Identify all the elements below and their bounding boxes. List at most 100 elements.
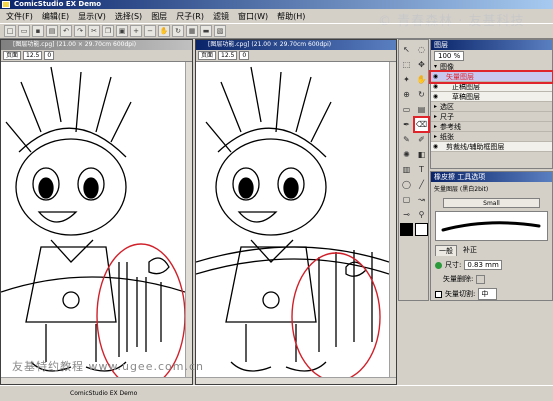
horizontal-scrollbar-right[interactable] <box>196 377 396 384</box>
zoom-field-right[interactable]: 12.5 <box>218 51 238 60</box>
vector-erase-row: 矢量删除: <box>431 272 552 286</box>
brush-preset[interactable]: Small <box>443 198 540 208</box>
horizontal-scrollbar-left[interactable] <box>1 377 192 384</box>
page-tab-left[interactable]: 页面 <box>3 51 22 60</box>
marker-icon[interactable]: ✐ <box>415 133 428 146</box>
menu-select[interactable]: 选择(S) <box>115 11 142 22</box>
lasso-icon[interactable]: ◌ <box>415 43 428 56</box>
open-icon[interactable]: ▭ <box>18 25 30 37</box>
tool-options-panel: 橡皮擦 工具选项 矢量图层 (黑白2bit) Small 一般 补正 尺寸: 0… <box>430 171 553 301</box>
layer-icon[interactable]: ▧ <box>214 25 226 37</box>
layer-row-sketch[interactable]: ◉ 草稿图层 <box>431 92 552 102</box>
marquee-icon[interactable]: ⬚ <box>400 58 413 71</box>
eye-icon[interactable]: ◉ <box>431 143 440 150</box>
copy-icon[interactable]: ❐ <box>102 25 114 37</box>
tool-options-subtitle: 矢量图层 (黑白2bit) <box>434 186 489 193</box>
vertical-scrollbar-right[interactable] <box>389 62 396 377</box>
frame-icon[interactable]: ▢ <box>400 193 413 206</box>
background-color-icon[interactable] <box>415 223 428 236</box>
menu-window[interactable]: 窗口(W) <box>238 11 268 22</box>
tab-correction[interactable]: 补正 <box>463 245 477 256</box>
layer-folder-selection[interactable]: ▸ 选区 <box>431 102 552 112</box>
redo-icon[interactable]: ↷ <box>74 25 86 37</box>
layer-folder-guide[interactable]: ▸ 参考线 <box>431 122 552 132</box>
menu-filter[interactable]: 滤镜 <box>213 11 229 22</box>
vector-cut-row: 矢量切割: 中 <box>431 286 552 302</box>
layer-opacity-bar: 100 % <box>431 50 552 62</box>
layer-opacity-field[interactable]: 100 % <box>434 51 465 61</box>
vector-line-icon[interactable]: ↝ <box>415 193 428 206</box>
layer-folder-image[interactable]: ▾ 图像 <box>431 62 552 72</box>
ruler-tool-icon[interactable]: ▭ <box>400 103 413 116</box>
eye-icon[interactable]: ◉ <box>431 73 440 80</box>
document-toolbar-left: 页面 12.5 0 <box>1 50 192 62</box>
menu-help[interactable]: 帮助(H) <box>277 11 305 22</box>
angle-field-right[interactable]: 0 <box>239 51 250 60</box>
foreground-color-icon[interactable] <box>400 223 413 236</box>
zoom-out-icon[interactable]: − <box>144 25 156 37</box>
tab-general[interactable]: 一般 <box>435 245 457 256</box>
size-row: 尺寸: 0.83 mm <box>431 258 552 272</box>
select-arrow-icon[interactable]: ↖ <box>400 43 413 56</box>
new-icon[interactable]: □ <box>4 25 16 37</box>
airbrush-icon[interactable]: ✺ <box>400 148 413 161</box>
line-icon[interactable]: ╱ <box>415 178 428 191</box>
menu-file[interactable]: 文件(F) <box>6 11 33 22</box>
vector-cut-label: 矢量切割: <box>445 290 476 298</box>
hand-icon[interactable]: ✋ <box>158 25 170 37</box>
vertical-scrollbar-left[interactable] <box>185 62 192 377</box>
hand-tool-icon[interactable]: ✋ <box>415 73 428 86</box>
eraser-icon[interactable]: ⌫ <box>413 116 430 133</box>
document-toolbar-right: 页面 12.5 0 <box>196 50 396 62</box>
size-radio-icon[interactable] <box>435 261 442 269</box>
menu-edit[interactable]: 编辑(E) <box>42 11 69 22</box>
watermark-bottom: 友基特约教程 www.ugee.com.cn <box>12 360 204 373</box>
folder-icon: ▸ <box>433 123 437 130</box>
paste-icon[interactable]: ▣ <box>116 25 128 37</box>
vector-erase-icon[interactable] <box>476 274 486 284</box>
zoom-in-icon[interactable]: + <box>130 25 142 37</box>
eye-icon[interactable]: ◉ <box>431 83 440 90</box>
angle-field-left[interactable]: 0 <box>44 51 55 60</box>
layer-row-ink[interactable]: ◉ 正稿图层 <box>431 82 552 92</box>
rotate-tool-icon[interactable]: ↻ <box>415 88 428 101</box>
menu-ruler[interactable]: 尺子(R) <box>176 11 204 22</box>
eye-icon[interactable]: ◉ <box>431 93 440 100</box>
move-icon[interactable]: ✥ <box>415 58 428 71</box>
vector-cut-checkbox[interactable] <box>435 290 442 298</box>
zoom-glass-icon[interactable]: ⚲ <box>415 208 428 221</box>
pattern-icon[interactable]: ▤ <box>415 103 428 116</box>
size-field[interactable]: 0.83 mm <box>464 260 502 270</box>
option-tabs: 一般 补正 <box>431 243 552 258</box>
undo-icon[interactable]: ↶ <box>60 25 72 37</box>
zoom-field-left[interactable]: 12.5 <box>23 51 43 60</box>
canvas-left[interactable] <box>1 62 185 377</box>
eyedropper-icon[interactable]: ⊸ <box>400 208 413 221</box>
pen-icon[interactable]: ✒ <box>400 118 413 131</box>
balloon-icon[interactable]: ◯ <box>400 178 413 191</box>
document-title-right: [图层功能.cpg] (21.00 × 29.70cm 600dpi) <box>196 40 396 50</box>
folder-icon: ▸ <box>433 133 437 140</box>
cut-icon[interactable]: ✂ <box>88 25 100 37</box>
magic-wand-icon[interactable]: ✦ <box>400 73 413 86</box>
text-icon[interactable]: T <box>415 163 428 176</box>
canvas-right[interactable] <box>196 62 389 377</box>
ruler-icon[interactable]: ▬ <box>200 25 212 37</box>
document-window-left: [图层功能.cpg] (21.00 × 29.70cm 600dpi) 页面 1… <box>0 39 193 385</box>
pencil-icon[interactable]: ✎ <box>400 133 413 146</box>
layer-folder-ruler[interactable]: ▸ 尺子 <box>431 112 552 122</box>
menu-layer[interactable]: 图层 <box>151 11 167 22</box>
grid-icon[interactable]: ▦ <box>186 25 198 37</box>
page-tab-right[interactable]: 页面 <box>198 51 217 60</box>
fill-icon[interactable]: ◧ <box>415 148 428 161</box>
rotate-icon[interactable]: ↻ <box>172 25 184 37</box>
layer-folder-paper[interactable]: ▸ 纸张 <box>431 132 552 142</box>
vector-cut-select[interactable]: 中 <box>478 288 498 300</box>
zoom-tool-icon[interactable]: ⊕ <box>400 88 413 101</box>
layer-row-crop[interactable]: ◉ 剪裁线/辅助框图层 <box>431 142 552 152</box>
print-icon[interactable]: ▤ <box>46 25 58 37</box>
save-icon[interactable]: ▪ <box>32 25 44 37</box>
layer-row-vector[interactable]: ◉ 矢量图层 <box>429 70 553 84</box>
menu-view[interactable]: 显示(V) <box>78 11 106 22</box>
gradient-icon[interactable]: ▥ <box>400 163 413 176</box>
